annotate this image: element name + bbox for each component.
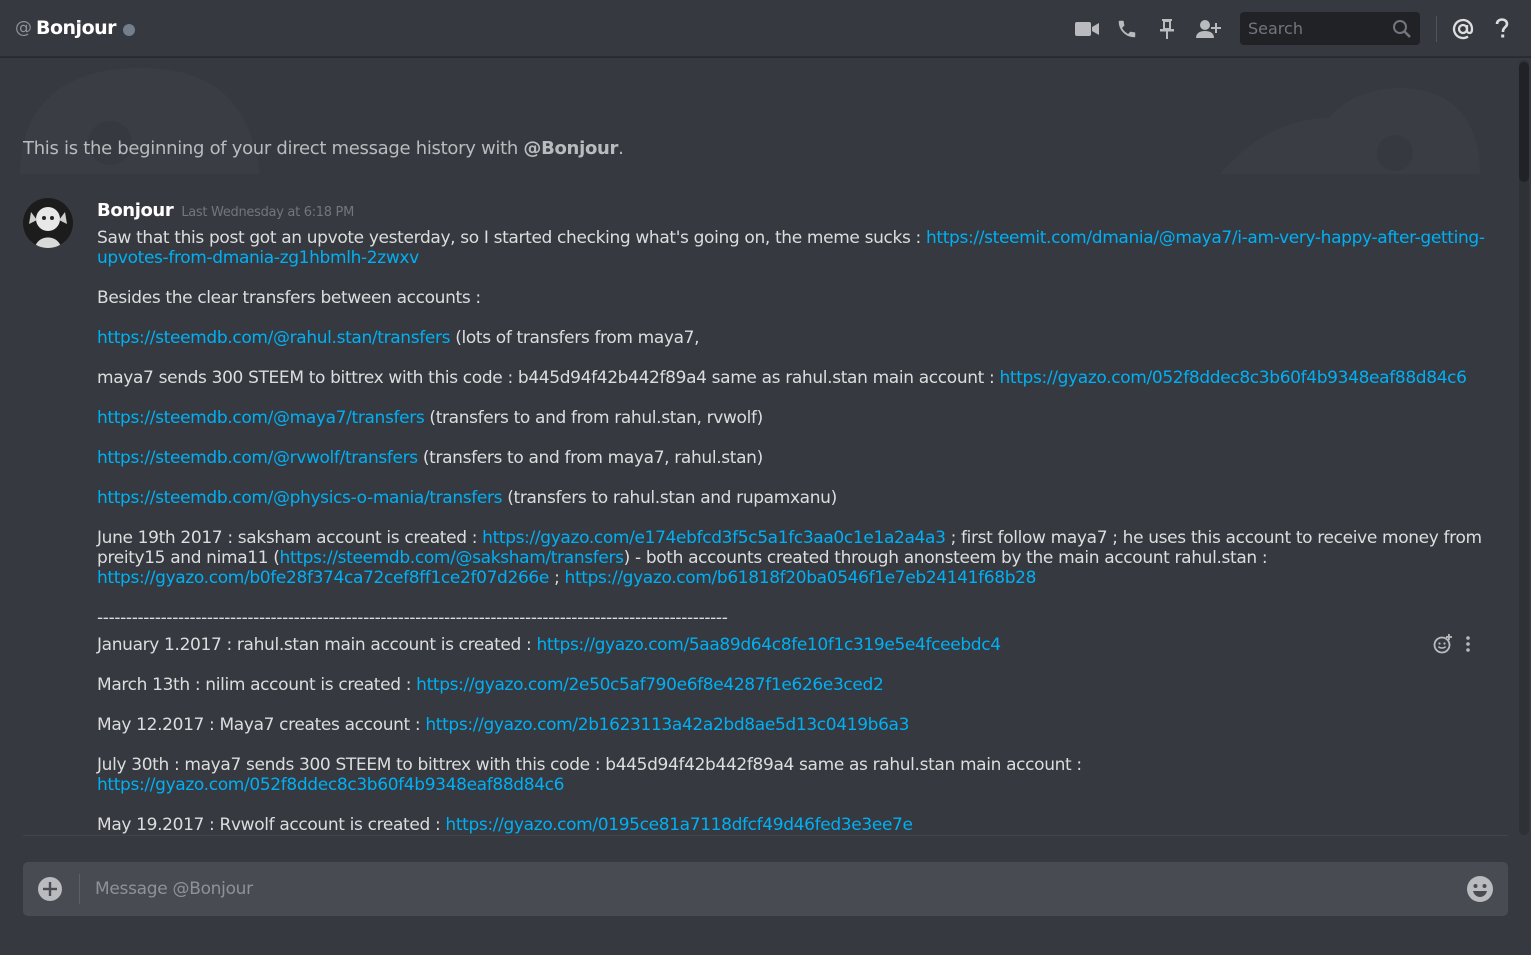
search-box[interactable] (1240, 12, 1420, 45)
message-paragraph: maya7 sends 300 STEEM to bittrex with th… (97, 368, 1467, 388)
status-indicator (123, 24, 136, 36)
message-link[interactable]: https://gyazo.com/052f8ddec8c3b60f4b9348… (999, 368, 1467, 388)
message-actions (1433, 634, 1471, 658)
message-paragraph: https://steemdb.com/@physics-o-mania/tra… (97, 488, 837, 508)
help-icon[interactable] (1491, 17, 1513, 40)
message-paragraph: https://steemdb.com/@rahul.stan/transfer… (97, 328, 700, 348)
message-link[interactable]: https://gyazo.com/b61818f20ba0546f1e7eb2… (565, 568, 1037, 588)
search-input[interactable] (1240, 19, 1380, 38)
message-composer (23, 862, 1508, 916)
message-link[interactable]: https://gyazo.com/b0fe28f374ca72cef8ff1c… (97, 568, 549, 588)
message-paragraph: July 30th : maya7 sends 300 STEEM to bit… (97, 755, 1082, 795)
message-paragraph: March 13th : nilim account is created : … (97, 675, 884, 695)
welcome-handle: @Bonjour (523, 138, 619, 159)
pin-icon[interactable] (1156, 18, 1178, 40)
message-link[interactable]: https://steemdb.com/@saksham/transfers (280, 548, 624, 568)
more-options-icon[interactable] (1465, 634, 1471, 658)
composer-divider (23, 835, 1508, 836)
message-header: Bonjour Last Wednesday at 6:18 PM (97, 200, 354, 221)
search-icon (1392, 19, 1412, 43)
video-call-icon[interactable] (1074, 18, 1100, 40)
dm-welcome-text: This is the beginning of your direct mes… (23, 138, 624, 159)
at-symbol: @ (15, 18, 32, 38)
message-paragraph: May 19.2017 : Rvwolf account is created … (97, 815, 913, 835)
phone-call-icon[interactable] (1116, 18, 1138, 40)
message-link[interactable]: https://gyazo.com/2e50c5af790e6f8e4287f1… (416, 675, 884, 695)
emoji-picker-icon[interactable] (1466, 875, 1494, 903)
message-link[interactable]: https://steemdb.com/@maya7/transfers (97, 408, 425, 428)
add-attachment-icon[interactable] (37, 876, 63, 902)
message-link[interactable]: https://steemdb.com/@rvwolf/transfers (97, 448, 418, 468)
message-link[interactable]: https://gyazo.com/052f8ddec8c3b60f4b9348… (97, 775, 565, 795)
message-separator: ----------------------------------------… (97, 608, 728, 628)
message-link[interactable]: https://steemdb.com/@rahul.stan/transfer… (97, 328, 450, 348)
message-input[interactable] (80, 879, 1466, 899)
message-link[interactable]: https://gyazo.com/2b1623113a42a2bd8ae5d1… (425, 715, 909, 735)
dm-title: Bonjour (36, 17, 117, 39)
add-reaction-icon[interactable] (1433, 634, 1453, 658)
message-paragraph: June 19th 2017 : saksham account is crea… (97, 528, 1482, 588)
message-author[interactable]: Bonjour (97, 200, 174, 221)
avatar[interactable] (23, 198, 73, 248)
message-paragraph: Saw that this post got an upvote yesterd… (97, 228, 1485, 268)
message-paragraph: https://steemdb.com/@rvwolf/transfers (t… (97, 448, 763, 468)
message-paragraph: January 1.2017 : rahul.stan main account… (97, 635, 1001, 655)
message-timestamp: Last Wednesday at 6:18 PM (181, 205, 355, 220)
channel-header: @ Bonjour (0, 0, 1531, 57)
message-paragraph: May 12.2017 : Maya7 creates account : ht… (97, 715, 910, 735)
header-toolbar (1074, 0, 1531, 57)
message-link[interactable]: https://steemdb.com/@physics-o-mania/tra… (97, 488, 503, 508)
message-link[interactable]: https://gyazo.com/0195ce81a7118dfcf49d46… (445, 815, 913, 835)
message-link[interactable]: https://gyazo.com/e174ebfcd3f5c5a1fc3aa0… (482, 528, 946, 548)
scrollbar-thumb[interactable] (1519, 62, 1529, 182)
message-content: Saw that this post got an upvote yesterd… (97, 228, 1492, 836)
message-paragraph: https://steemdb.com/@maya7/transfers (tr… (97, 408, 763, 428)
message-paragraph: Besides the clear transfers between acco… (97, 288, 481, 308)
add-friend-icon[interactable] (1196, 18, 1222, 40)
header-divider (1436, 15, 1437, 42)
message-link[interactable]: https://gyazo.com/5aa89d64c8fe10f1c319e5… (536, 635, 1001, 655)
mention-icon[interactable] (1451, 18, 1475, 40)
messages-area[interactable]: This is the beginning of your direct mes… (0, 58, 1519, 836)
